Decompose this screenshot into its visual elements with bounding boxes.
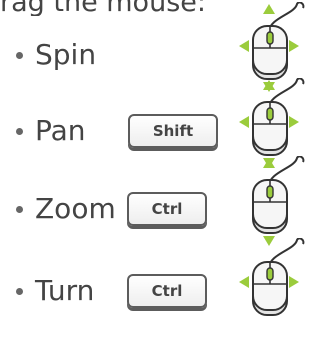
arrow-up-icon bbox=[263, 80, 275, 90]
mouse-icon bbox=[225, 238, 323, 334]
arrow-left-icon bbox=[239, 116, 249, 128]
wheel bbox=[266, 31, 274, 45]
arrow-up-icon bbox=[263, 4, 275, 14]
action-label-spin: Spin bbox=[35, 38, 97, 71]
arrow-up-icon bbox=[263, 158, 275, 168]
action-label-turn: Turn bbox=[35, 274, 95, 307]
bullet bbox=[16, 206, 23, 213]
action-label-pan: Pan bbox=[35, 114, 86, 147]
arrow-right-icon bbox=[289, 116, 299, 128]
wheel bbox=[266, 107, 274, 121]
arrow-right-icon bbox=[289, 276, 299, 288]
action-label-zoom: Zoom bbox=[35, 192, 116, 225]
wheel bbox=[266, 267, 274, 281]
ctrl-key: Ctrl bbox=[127, 274, 207, 308]
ctrl-key: Ctrl bbox=[127, 192, 207, 226]
arrow-right-icon bbox=[289, 40, 299, 52]
bullet bbox=[16, 52, 23, 59]
row-turn: Turn Ctrl bbox=[0, 238, 323, 332]
instruction-header: rag the mouse: bbox=[0, 0, 206, 16]
bullet bbox=[16, 128, 23, 135]
bullet bbox=[16, 288, 23, 295]
wheel bbox=[266, 185, 274, 199]
arrow-left-icon bbox=[239, 40, 249, 52]
shift-key: Shift bbox=[128, 114, 218, 148]
arrow-left-icon bbox=[239, 276, 249, 288]
